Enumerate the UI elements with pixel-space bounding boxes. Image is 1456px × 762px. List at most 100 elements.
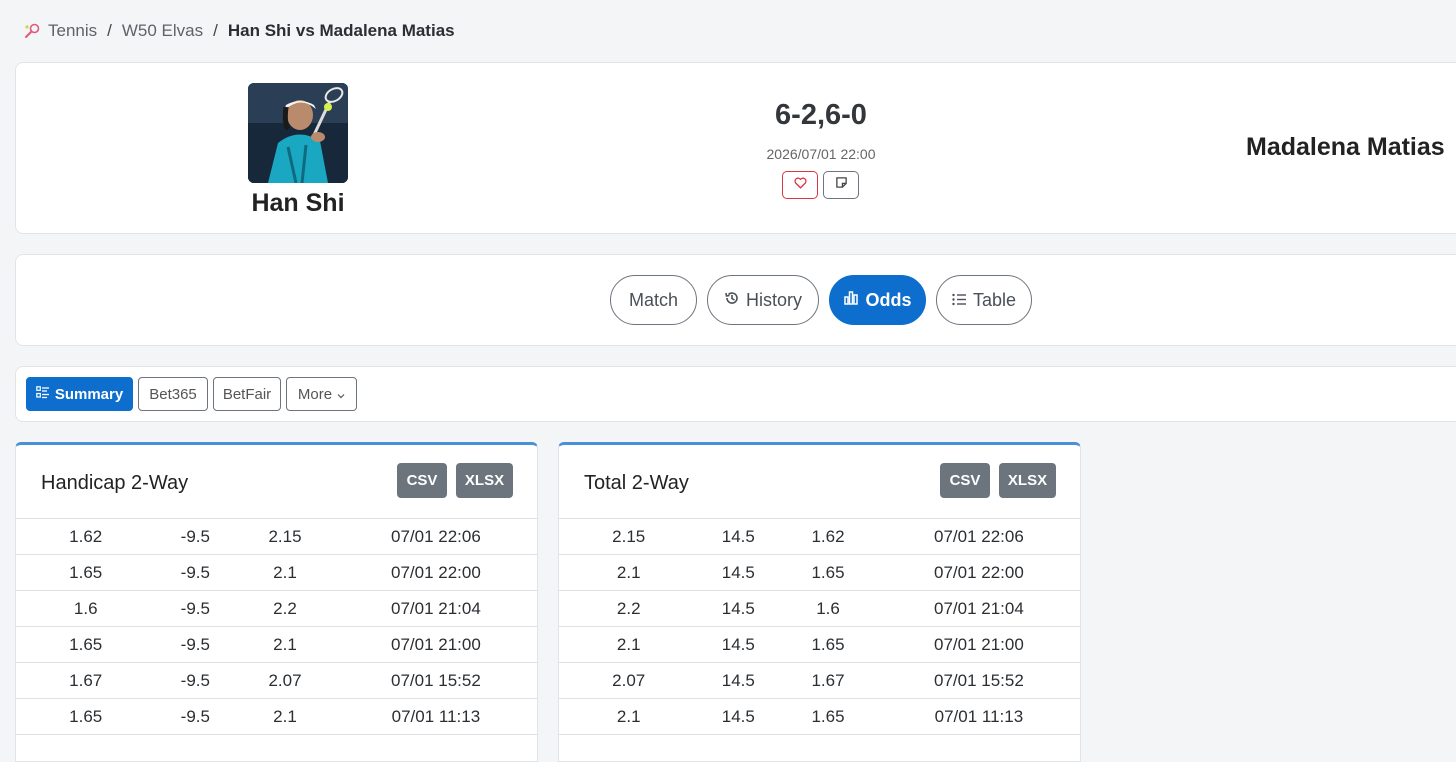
table-row [16, 735, 537, 762]
handicap-line: -9.5 [155, 627, 235, 663]
odds-away: 2.07 [235, 663, 335, 699]
odds-home: 1.6 [16, 591, 155, 627]
odds-time: 07/01 21:04 [335, 591, 537, 627]
csv-download-button[interactable]: CSV [940, 463, 990, 498]
table-row: 2.2 14.5 1.6 07/01 21:04 [559, 591, 1080, 627]
tennis-racket-icon [24, 23, 40, 39]
table-row: 2.1 14.5 1.65 07/01 11:13 [559, 699, 1080, 735]
handicap-odds-card: Handicap 2-Way CSV XLSX 1.62 -9.5 2.15 0… [15, 442, 538, 762]
total-line: 14.5 [698, 699, 778, 735]
odds-time: 07/01 22:00 [878, 555, 1080, 591]
handicap-odds-table: 1.62 -9.5 2.15 07/01 22:06 1.65 -9.5 2.1… [16, 518, 537, 762]
card-title: Handicap 2-Way [41, 472, 188, 495]
xlsx-download-button[interactable]: XLSX [456, 463, 513, 498]
odds-home: 1.65 [16, 555, 155, 591]
note-button[interactable] [823, 171, 859, 199]
tab-match[interactable]: Match [610, 275, 697, 325]
favorite-button[interactable] [782, 171, 818, 199]
total-odds-table: 2.15 14.5 1.62 07/01 22:06 2.1 14.5 1.65… [559, 518, 1080, 762]
odds-under: 1.65 [778, 555, 878, 591]
odds-home: 1.67 [16, 663, 155, 699]
odds-time: 07/01 21:00 [335, 627, 537, 663]
table-row: 2.1 14.5 1.65 07/01 21:00 [559, 627, 1080, 663]
odds-home: 1.65 [16, 627, 155, 663]
csv-download-button[interactable]: CSV [397, 463, 447, 498]
odds-time: 07/01 21:04 [878, 591, 1080, 627]
xlsx-download-button[interactable]: XLSX [999, 463, 1056, 498]
odds-over: 2.1 [559, 555, 698, 591]
button-label: Summary [55, 386, 123, 403]
list-icon [952, 290, 967, 311]
odds-over: 2.07 [559, 663, 698, 699]
history-icon [724, 290, 740, 311]
list-check-icon [36, 386, 50, 403]
heart-icon [794, 176, 807, 194]
table-row [559, 735, 1080, 762]
odds-under: 1.65 [778, 699, 878, 735]
total-line: 14.5 [698, 519, 778, 555]
odds-under: 1.6 [778, 591, 878, 627]
player1-name[interactable]: Han Shi [198, 189, 398, 218]
odds-time: 07/01 11:13 [335, 699, 537, 735]
handicap-line: -9.5 [155, 699, 235, 735]
handicap-line: -9.5 [155, 519, 235, 555]
table-row: 2.15 14.5 1.62 07/01 22:06 [559, 519, 1080, 555]
odds-under: 1.65 [778, 627, 878, 663]
table-row: 1.65 -9.5 2.1 07/01 11:13 [16, 699, 537, 735]
odds-time: 07/01 15:52 [878, 663, 1080, 699]
total-line: 14.5 [698, 591, 778, 627]
odds-time: 07/01 22:00 [335, 555, 537, 591]
chevron-down-icon [337, 386, 345, 403]
button-label: More [298, 386, 332, 403]
odds-away: 2.1 [235, 555, 335, 591]
odds-time: 07/01 22:06 [878, 519, 1080, 555]
tab-label: History [746, 290, 802, 311]
total-line: 14.5 [698, 555, 778, 591]
breadcrumb-tennis[interactable]: Tennis [48, 21, 97, 41]
odds-time: 07/01 22:06 [335, 519, 537, 555]
odds-away: 2.1 [235, 699, 335, 735]
odds-time: 07/01 15:52 [335, 663, 537, 699]
tab-label: Odds [865, 290, 911, 311]
summary-button[interactable]: Summary [26, 377, 133, 411]
table-row: 2.1 14.5 1.65 07/01 22:00 [559, 555, 1080, 591]
betfair-button[interactable]: BetFair [213, 377, 281, 411]
match-header-card: Han Shi 6-2,6-0 2026/07/01 22:00 Madalen… [15, 62, 1456, 234]
table-row: 1.67 -9.5 2.07 07/01 15:52 [16, 663, 537, 699]
handicap-line: -9.5 [155, 591, 235, 627]
odds-time: 07/01 11:13 [878, 699, 1080, 735]
player1-photo[interactable] [248, 83, 348, 183]
match-score: 6-2,6-0 [721, 99, 921, 132]
match-tabs-card: Match History Odds [15, 254, 1456, 346]
table-row: 1.65 -9.5 2.1 07/01 22:00 [16, 555, 537, 591]
odds-home: 1.65 [16, 699, 155, 735]
more-dropdown-button[interactable]: More [286, 377, 357, 411]
tab-odds[interactable]: Odds [829, 275, 926, 325]
odds-over: 2.1 [559, 627, 698, 663]
tab-table[interactable]: Table [936, 275, 1032, 325]
total-line: 14.5 [698, 627, 778, 663]
table-row: 1.65 -9.5 2.1 07/01 21:00 [16, 627, 537, 663]
player2-name[interactable]: Madalena Matias [1196, 133, 1456, 162]
table-row: 2.07 14.5 1.67 07/01 15:52 [559, 663, 1080, 699]
bet365-button[interactable]: Bet365 [138, 377, 208, 411]
odds-over: 2.1 [559, 699, 698, 735]
odds-over: 2.15 [559, 519, 698, 555]
odds-under: 1.67 [778, 663, 878, 699]
odds-under: 1.62 [778, 519, 878, 555]
odds-home: 1.62 [16, 519, 155, 555]
breadcrumb-separator: / [107, 21, 112, 41]
bar-chart-icon [843, 290, 859, 311]
tab-history[interactable]: History [707, 275, 819, 325]
breadcrumb-tournament[interactable]: W50 Elvas [122, 21, 203, 41]
tab-label: Match [629, 290, 678, 311]
total-odds-card: Total 2-Way CSV XLSX 2.15 14.5 1.62 07/0… [558, 442, 1081, 762]
odds-time: 07/01 21:00 [878, 627, 1080, 663]
breadcrumb-separator: / [213, 21, 218, 41]
handicap-line: -9.5 [155, 555, 235, 591]
odds-away: 2.15 [235, 519, 335, 555]
odds-over: 2.2 [559, 591, 698, 627]
breadcrumb: Tennis / W50 Elvas / Han Shi vs Madalena… [24, 18, 455, 44]
table-row: 1.62 -9.5 2.15 07/01 22:06 [16, 519, 537, 555]
odds-away: 2.1 [235, 627, 335, 663]
